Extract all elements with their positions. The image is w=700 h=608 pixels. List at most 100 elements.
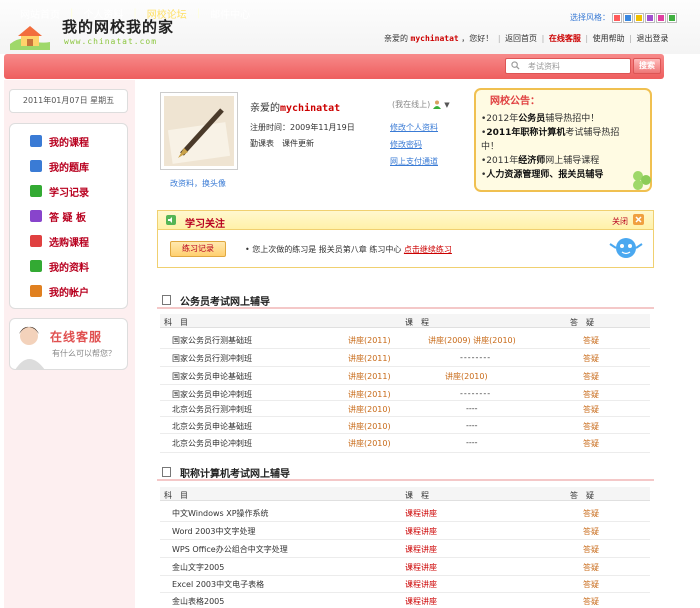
search-button[interactable]: 搜索 <box>633 58 661 74</box>
qa-link[interactable]: 答疑 <box>583 353 599 364</box>
header-subject: 科 目 <box>164 318 188 327</box>
link-logout[interactable]: 退出登录 <box>636 34 668 43</box>
style-swatch-purple[interactable] <box>645 12 655 23</box>
notice-item[interactable]: •人力资源管理师、报关员辅导 <box>481 167 603 180</box>
sidebar-item-my-account[interactable]: 我的帐户 <box>30 283 89 299</box>
qa-link[interactable]: 答疑 <box>583 421 599 432</box>
course-link[interactable]: 课程讲座 <box>405 579 437 590</box>
close-icon[interactable] <box>633 214 644 225</box>
learning-focus-title: 学习关注 <box>185 219 225 230</box>
table-row-subject: 国家公务员申论基础班 <box>172 372 252 381</box>
qa-link[interactable]: 答疑 <box>583 596 599 607</box>
course-empty: -------- <box>460 389 492 398</box>
qa-link[interactable]: 答疑 <box>583 579 599 590</box>
avatar[interactable] <box>164 96 234 166</box>
nav-home[interactable]: 网站首页 <box>20 6 60 21</box>
link-help[interactable]: 使用帮助 <box>593 34 625 43</box>
course-link[interactable]: 课程讲座 <box>405 526 437 537</box>
qa-link[interactable]: 答疑 <box>583 438 599 449</box>
service-subtitle: 有什么可以帮您？ <box>52 349 116 358</box>
qa-link[interactable]: 答疑 <box>583 389 599 400</box>
close-link[interactable]: 关闭 <box>612 216 628 227</box>
table-row <box>160 521 650 522</box>
notice-title: 网校公告： <box>490 96 540 107</box>
notice-item[interactable]: •2011年职称计算机考试辅导热招 <box>481 125 619 138</box>
nav-forum[interactable]: 网校论坛 <box>147 6 187 21</box>
style-swatch-pink[interactable] <box>656 12 666 23</box>
sidebar-item-my-courses[interactable]: 我的课程 <box>30 133 89 149</box>
table-row-subject: 金山文字2005 <box>172 563 225 572</box>
qa-link[interactable]: 答疑 <box>583 544 599 555</box>
course-link[interactable]: 讲座(2011) <box>348 389 391 400</box>
document-icon <box>162 295 171 305</box>
table-row <box>160 433 650 434</box>
continue-practice-link[interactable]: 点击继续练习 <box>404 245 452 254</box>
change-password-link[interactable]: 修改密码 <box>390 139 422 150</box>
qa-link[interactable]: 答疑 <box>583 526 599 537</box>
qa-link[interactable]: 答疑 <box>583 371 599 382</box>
profile-icon <box>30 260 42 272</box>
qa-link[interactable]: 答疑 <box>583 404 599 415</box>
course-icon <box>30 135 42 147</box>
table-row-subject: 国家公务员行测冲刺班 <box>172 354 252 363</box>
date-display: 2011年01月07日 星期五 <box>9 89 128 113</box>
table-row-subject: 国家公务员申论冲刺班 <box>172 390 252 399</box>
sidebar-item-my-profile[interactable]: 我的资料 <box>30 258 89 274</box>
course-link[interactable]: 讲座(2009) 讲座(2010) <box>428 335 516 346</box>
qa-link[interactable]: 答疑 <box>583 508 599 519</box>
account-icon <box>30 285 42 297</box>
table-row-subject: 中文Windows XP操作系统 <box>172 509 269 518</box>
online-status[interactable]: (我在线上) ▼ <box>392 99 450 110</box>
style-swatch-green[interactable] <box>667 12 677 23</box>
last-practice-text: • 您上次做的练习是 报关员第八章 练习中心 点击继续练习 <box>245 245 452 254</box>
notice-item[interactable]: •2012年公务员辅导热招中！ <box>481 111 599 124</box>
course-link[interactable]: 讲座(2011) <box>348 371 391 382</box>
edit-profile-link[interactable]: 修改个人资料 <box>390 122 438 133</box>
sidebar-item-question-bank[interactable]: 我的题库 <box>30 158 89 174</box>
course-link[interactable]: 讲座(2011) <box>348 335 391 346</box>
style-swatch-red[interactable] <box>612 12 622 23</box>
sidebar-item-buy-courses[interactable]: 选购课程 <box>30 233 89 249</box>
course-link[interactable]: 课程讲座 <box>405 596 437 607</box>
style-swatch-blue[interactable] <box>623 12 633 23</box>
notice-item[interactable]: •2011年经济师网上辅导课程 <box>481 153 599 166</box>
qa-link[interactable]: 答疑 <box>583 562 599 573</box>
nav-profile[interactable]: 个人资料 <box>83 6 123 21</box>
table-row <box>160 348 650 349</box>
practice-record-button[interactable]: 练习记录 <box>170 241 226 257</box>
link-online-service[interactable]: 在线客服 <box>549 34 581 43</box>
course-link[interactable]: 课程讲座 <box>405 562 437 573</box>
course-empty: ---- <box>466 421 478 430</box>
sidebar-item-qa-board[interactable]: 答 疑 板 <box>30 208 86 224</box>
style-swatch-yellow[interactable] <box>634 12 644 23</box>
header-username: mychinatat <box>410 34 459 43</box>
sidebar-item-study-record[interactable]: 学习记录 <box>30 183 89 199</box>
edit-avatar-link[interactable]: 改资料，换头像 <box>170 178 226 189</box>
table-row <box>160 452 650 453</box>
mascot-icon <box>609 238 643 258</box>
profile-greeting: 亲爱的mychinatat <box>250 103 341 114</box>
section-divider <box>157 479 654 481</box>
course-link[interactable]: 讲座(2010) <box>348 404 391 415</box>
header-qa: 答 疑 <box>570 318 594 327</box>
nav-mail[interactable]: 邮件中心 <box>210 6 250 21</box>
course-link[interactable]: 课程讲座 <box>405 508 437 519</box>
link-home[interactable]: 返回首页 <box>505 34 537 43</box>
notice-item-cont[interactable]: 中！ <box>481 139 499 152</box>
logo-house-icon <box>10 26 50 50</box>
course-link[interactable]: 讲座(2010) <box>348 421 391 432</box>
course-empty: ---- <box>466 438 478 447</box>
table-row-subject: 北京公务员申论基础班 <box>172 422 252 431</box>
speaker-icon <box>166 215 176 225</box>
online-payment-link[interactable]: 网上支付通道 <box>390 156 438 167</box>
course-tabs[interactable]: 勤课表 课件更新 <box>250 138 314 149</box>
table-row-subject: 北京公务员申论冲刺班 <box>172 439 252 448</box>
table-row-subject: 金山表格2005 <box>172 597 225 606</box>
nav-items: 网站首页 | 个人资料 | 网校论坛 | 邮件中心 <box>20 6 251 21</box>
qa-link[interactable]: 答疑 <box>583 335 599 346</box>
search-input[interactable]: 考试资料 <box>505 58 631 74</box>
course-link[interactable]: 讲座(2011) <box>348 353 391 364</box>
course-link[interactable]: 讲座(2010) <box>348 438 391 449</box>
course-link[interactable]: 课程讲座 <box>405 544 437 555</box>
course-link[interactable]: 讲座(2010) <box>445 371 488 382</box>
